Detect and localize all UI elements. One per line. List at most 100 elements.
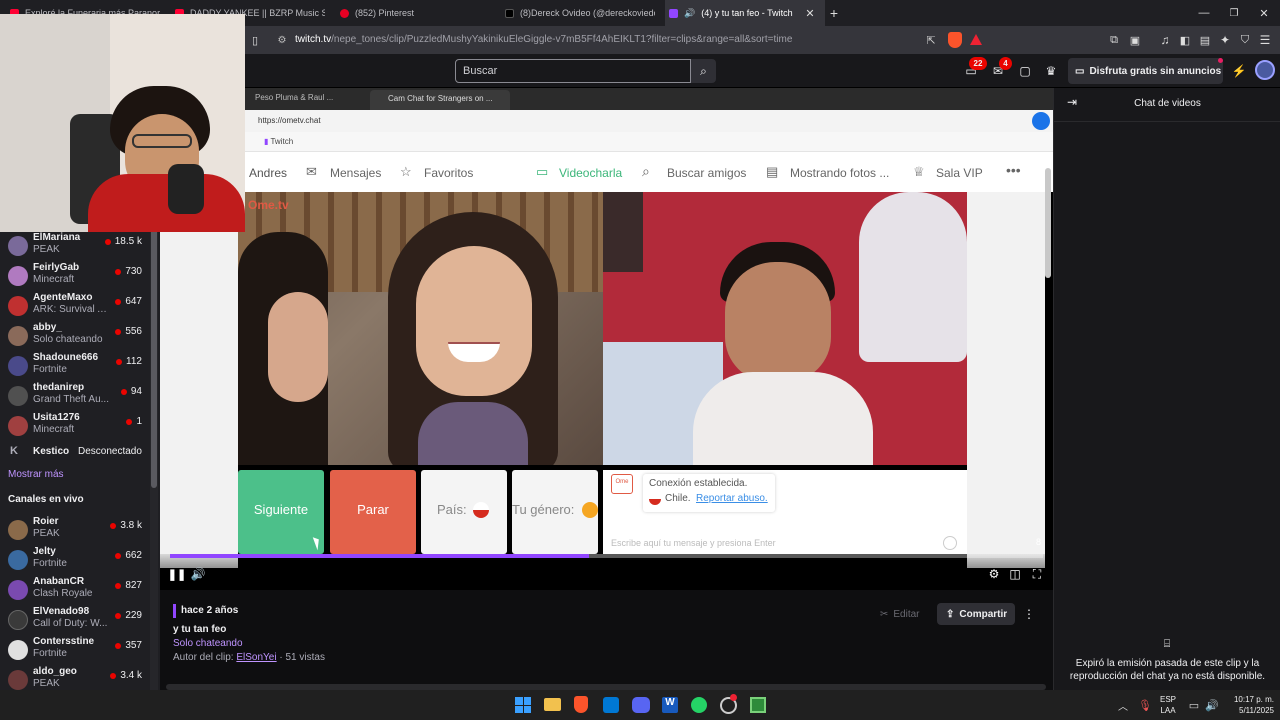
leo-ai-icon[interactable]: ✦: [1218, 32, 1232, 48]
channel-item[interactable]: Roier PEAK 3.8 k: [0, 514, 150, 544]
ometv-nav-messages: Mensajes: [330, 166, 382, 180]
settings-button[interactable]: ⚙: [986, 566, 1002, 582]
theatre-mode-button[interactable]: ◫: [1007, 566, 1023, 582]
person-face: [416, 246, 532, 396]
ad-free-promo-button[interactable]: ▭ Disfruta gratis sin anuncios: [1068, 58, 1223, 84]
volume-button[interactable]: 🔊: [190, 566, 206, 582]
streamer-glasses: [132, 134, 192, 148]
wallet-icon[interactable]: ▤: [1198, 32, 1212, 48]
channel-item-offline[interactable]: K Kestico Desconectado: [0, 442, 150, 464]
close-tab-icon[interactable]: ✕: [803, 6, 817, 20]
author-link[interactable]: ElSonYei: [236, 652, 276, 663]
show-more-link[interactable]: Mostrar más: [8, 469, 64, 480]
sidebar-toggle-icon[interactable]: ◧: [1178, 32, 1192, 48]
channel-item[interactable]: Usita1276 Minecraft 1: [0, 410, 150, 440]
channel-item[interactable]: Shadoune666 Fortnite 112: [0, 350, 150, 380]
file-explorer-icon[interactable]: [544, 698, 561, 711]
network-icon[interactable]: ▭: [1187, 697, 1201, 713]
vpn-shield-icon[interactable]: ⛉: [1238, 32, 1252, 48]
bookmark-icon[interactable]: ▯: [248, 32, 262, 48]
tray-chevron-icon[interactable]: ︿: [1116, 698, 1130, 713]
channel-game: PEAK: [33, 678, 60, 689]
viewer-count-value: 647: [125, 296, 142, 307]
clock[interactable]: 10:17 p. m. 5/11/2025: [1222, 694, 1274, 716]
discord-icon[interactable]: [632, 697, 650, 713]
chat-bubble-button[interactable]: ▢: [1016, 62, 1034, 80]
brave-shields-icon[interactable]: [948, 32, 962, 48]
clip-info-section: hace 2 años y tu tan feo Solo chateando …: [160, 590, 1053, 690]
channel-item[interactable]: Contersstine Fortnite 357: [0, 634, 150, 664]
minecraft-icon[interactable]: [750, 697, 766, 713]
channel-item[interactable]: Jelty Fortnite 662: [0, 544, 150, 574]
channel-item[interactable]: FeirlyGab Minecraft 730: [0, 260, 150, 290]
more-options-button[interactable]: ⋮: [1022, 605, 1036, 623]
channel-item[interactable]: abby_ Solo chateando 556: [0, 320, 150, 350]
store-icon[interactable]: [603, 697, 619, 713]
search-button[interactable]: ⌕: [691, 59, 716, 83]
ometv-nav-photos: Mostrando fotos ...: [790, 166, 890, 180]
browser-tab-label: (4) y tu tan feo - Twitch: [701, 8, 793, 18]
pause-button[interactable]: ❚❚: [168, 566, 186, 582]
maximize-icon[interactable]: ❐: [1226, 6, 1242, 20]
clip-title: y tu tan feo: [173, 624, 227, 635]
word-icon[interactable]: W: [662, 697, 678, 713]
whatsapp-icon[interactable]: [691, 697, 707, 713]
chat-replay-icon: ⌸: [1163, 637, 1171, 650]
avatar: [8, 326, 28, 346]
channel-name: Jelty: [33, 546, 56, 557]
edit-button[interactable]: ✂ Editar: [874, 604, 932, 624]
video-player[interactable]: Peso Pluma & Raul ... Cam Chat for Stran…: [160, 88, 1053, 590]
ometv-gender-box: Tu género:: [512, 470, 598, 554]
person-face: [725, 262, 831, 382]
browser-tab-label: (8)Dereck Ovideo (@dereckoviedo20: [520, 8, 655, 18]
brave-browser-icon[interactable]: [574, 696, 588, 713]
person-face: [268, 292, 328, 402]
twitch-icon: ▮: [264, 137, 269, 146]
window-close-icon[interactable]: ✕: [1256, 6, 1272, 20]
new-tab-plus-icon[interactable]: +: [826, 5, 842, 21]
get-bits-button[interactable]: ⚡: [1230, 62, 1248, 80]
channel-item[interactable]: ElVenado98 Call of Duty: W... 229: [0, 604, 150, 634]
share-button[interactable]: ⇪ Compartir: [937, 603, 1015, 625]
menu-icon[interactable]: ☰: [1258, 32, 1272, 48]
browser-tab-4[interactable]: (8)Dereck Ovideo (@dereckoviedo20: [505, 0, 655, 26]
browser-tab-active[interactable]: 🔊 (4) y tu tan feo - Twitch: [665, 0, 825, 26]
channel-item[interactable]: AnabanCR Clash Royale 827: [0, 574, 150, 604]
channel-game: Minecraft: [33, 424, 75, 435]
share-page-icon[interactable]: ⇱: [924, 33, 938, 47]
volume-tray-icon[interactable]: 🔊: [1205, 697, 1219, 713]
live-dot: [115, 642, 122, 649]
microphone-tray-icon[interactable]: 🎙: [1138, 697, 1152, 713]
channel-game: Fortnite: [33, 648, 67, 659]
search-input[interactable]: Buscar: [455, 59, 691, 83]
progress-bar[interactable]: [170, 554, 1043, 558]
fullscreen-button[interactable]: ⛶: [1029, 566, 1045, 582]
brave-rewards-icon[interactable]: [970, 34, 982, 45]
extensions-icon[interactable]: ⧉: [1107, 32, 1121, 48]
clip-category-link[interactable]: Solo chateando: [173, 638, 243, 649]
clip-time-ago: hace 2 años: [181, 605, 239, 616]
inner-tab-strip: Peso Pluma & Raul ... Cam Chat for Stran…: [160, 88, 1053, 110]
channel-item[interactable]: thedanirep Grand Theft Au... 94: [0, 380, 150, 410]
browser-tab-3[interactable]: (852) Pinterest: [340, 0, 490, 26]
channel-item[interactable]: AgenteMaxo ARK: Survival A... 647: [0, 290, 150, 320]
inner-bookmark: ▮ Twitch: [264, 137, 293, 146]
start-button[interactable]: [515, 697, 531, 713]
ometv-chat-area: Ome Conexión establecida. Chile. Reporta…: [603, 470, 967, 554]
user-avatar[interactable]: [1255, 60, 1275, 80]
avatar: [8, 580, 28, 600]
url-field[interactable]: twitch.tv/nepe_tones/clip/PuzzledMushyYa…: [295, 34, 792, 45]
minimize-icon[interactable]: —: [1196, 6, 1212, 20]
language-indicator[interactable]: ESP LAA: [1160, 694, 1176, 716]
search-friends-icon: ⌕: [642, 163, 650, 179]
screenshot-icon[interactable]: ▣: [1128, 32, 1142, 48]
chile-flag-icon: [649, 493, 661, 505]
channel-item[interactable]: ElMariana PEAK 18.5 k: [0, 230, 150, 260]
site-settings-icon[interactable]: ⚙: [276, 34, 288, 46]
clock-time: 10:17 p. m.: [1233, 695, 1274, 704]
viewer-count: 556: [115, 326, 142, 337]
theatre-icon: ◫: [1009, 567, 1021, 581]
prime-crown-button[interactable]: ♛: [1042, 62, 1060, 80]
media-icon[interactable]: ♫: [1158, 32, 1172, 48]
streamer-shirt: [88, 174, 245, 232]
